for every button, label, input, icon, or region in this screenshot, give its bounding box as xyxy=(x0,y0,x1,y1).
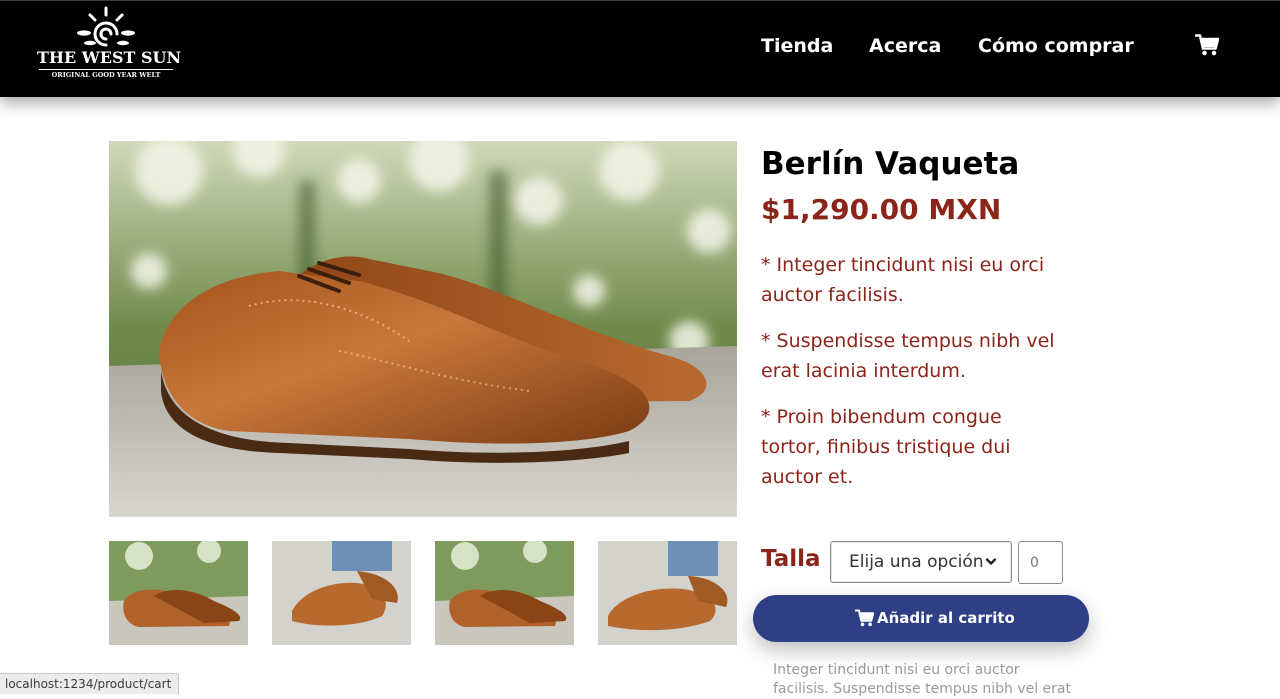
brand-name: THE WEST SUN xyxy=(37,48,182,67)
add-to-cart-button[interactable]: Añadir al carrito xyxy=(753,595,1089,642)
site-header: THE WEST SUN ORIGINAL GOOD YEAR WELT Tie… xyxy=(0,0,1280,97)
nav-link-about[interactable]: Acerca xyxy=(869,34,941,58)
shopping-cart-icon[interactable] xyxy=(1194,34,1220,60)
brand-tagline: ORIGINAL GOOD YEAR WELT xyxy=(51,71,161,79)
size-select-value: Elija una opción xyxy=(849,552,984,572)
product-title: Berlín Vaqueta xyxy=(761,146,1020,182)
size-label: Talla xyxy=(761,546,821,572)
size-select[interactable]: Elija una opción xyxy=(830,541,1012,583)
product-thumbnail[interactable] xyxy=(598,541,737,645)
product-features: * Integer tincidunt nisi eu orci auctor … xyxy=(761,250,1061,508)
quantity-input[interactable] xyxy=(1018,541,1063,584)
feature-item: * Proin bibendum congue tortor, finibus … xyxy=(761,406,1011,488)
product-price: $1,290.00 MXN xyxy=(761,193,1002,226)
product-thumbnail[interactable] xyxy=(109,541,248,645)
status-bar-url: localhost:1234/product/cart xyxy=(0,673,180,694)
sun-icon xyxy=(77,6,135,47)
add-to-cart-label: Añadir al carrito xyxy=(877,609,1015,627)
feature-item: * Suspendisse tempus nibh vel erat lacin… xyxy=(761,330,1055,382)
nav-link-shop[interactable]: Tienda xyxy=(761,34,833,58)
product-thumbnail[interactable] xyxy=(435,541,574,645)
product-description: Integer tincidunt nisi eu orci auctor fa… xyxy=(773,662,1071,697)
chevron-down-icon xyxy=(985,558,997,565)
brand-divider xyxy=(39,69,173,70)
feature-item: * Integer tincidunt nisi eu orci auctor … xyxy=(761,254,1045,306)
nav-link-how-to-buy[interactable]: Cómo comprar xyxy=(978,34,1134,58)
product-main-image[interactable] xyxy=(109,141,737,517)
brand-logo[interactable]: THE WEST SUN ORIGINAL GOOD YEAR WELT xyxy=(37,5,182,81)
shopping-cart-icon xyxy=(855,609,874,627)
product-thumbnail[interactable] xyxy=(272,541,411,645)
